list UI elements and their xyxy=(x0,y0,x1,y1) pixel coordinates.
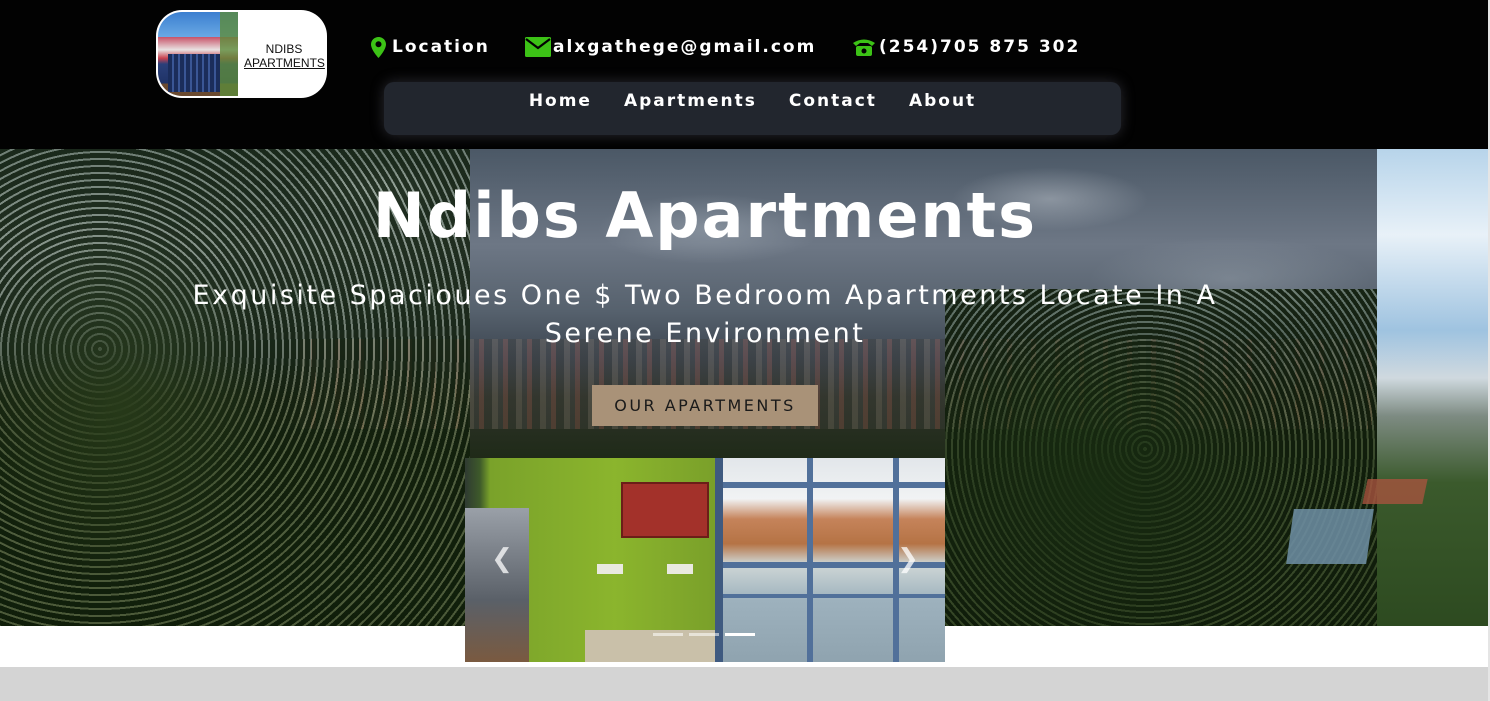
phone-text: (254)705 875 302 xyxy=(879,37,1081,57)
slide-switch xyxy=(597,564,623,574)
envelope-icon xyxy=(525,37,551,57)
slide-cabinet xyxy=(621,482,709,538)
logo-text: NDIBS APARTMENTS xyxy=(244,42,325,70)
contact-email[interactable]: alxgathege@gmail.com xyxy=(525,36,816,58)
carousel-indicator-active[interactable] xyxy=(725,633,755,636)
site-header: NDIBS APARTMENTS Location alxgathege@gma… xyxy=(0,0,1490,149)
carousel-indicator[interactable] xyxy=(653,633,683,636)
apartment-carousel[interactable]: ❮ ❯ xyxy=(465,458,945,662)
carousel-indicator[interactable] xyxy=(689,633,719,636)
slide-switch xyxy=(667,564,693,574)
main-navbar: Home Apartments Contact About xyxy=(384,82,1121,135)
slide-doorway xyxy=(465,508,529,662)
site-logo[interactable]: NDIBS APARTMENTS xyxy=(156,10,327,98)
logo-line-2: APARTMENTS xyxy=(244,56,325,70)
carousel-indicators xyxy=(653,633,755,636)
nav-about[interactable]: About xyxy=(909,91,976,111)
chevron-right-icon[interactable]: ❯ xyxy=(893,544,923,574)
footer-band xyxy=(0,667,1490,701)
map-pin-icon xyxy=(371,36,386,58)
hero-subtitle: Exquisite Spacioues One $ Two Bedroom Ap… xyxy=(192,280,1218,349)
hero-shed xyxy=(1286,509,1374,564)
chevron-left-icon[interactable]: ❮ xyxy=(487,544,517,574)
logo-line-1: NDIBS xyxy=(265,42,303,56)
telephone-icon xyxy=(851,37,877,57)
location-text: Location xyxy=(392,37,490,57)
our-apartments-button[interactable]: OUR APARTMENTS xyxy=(592,385,818,426)
hero-rooftop xyxy=(1362,479,1428,504)
contact-location[interactable]: Location xyxy=(371,36,490,58)
nav-home[interactable]: Home xyxy=(529,91,592,111)
logo-building-photo xyxy=(158,12,238,96)
nav-contact[interactable]: Contact xyxy=(789,91,877,111)
hero-title: Ndibs Apartments xyxy=(372,179,1038,252)
email-text: alxgathege@gmail.com xyxy=(553,37,817,57)
nav-apartments[interactable]: Apartments xyxy=(624,91,757,111)
contact-phone[interactable]: (254)705 875 302 xyxy=(851,36,1080,58)
